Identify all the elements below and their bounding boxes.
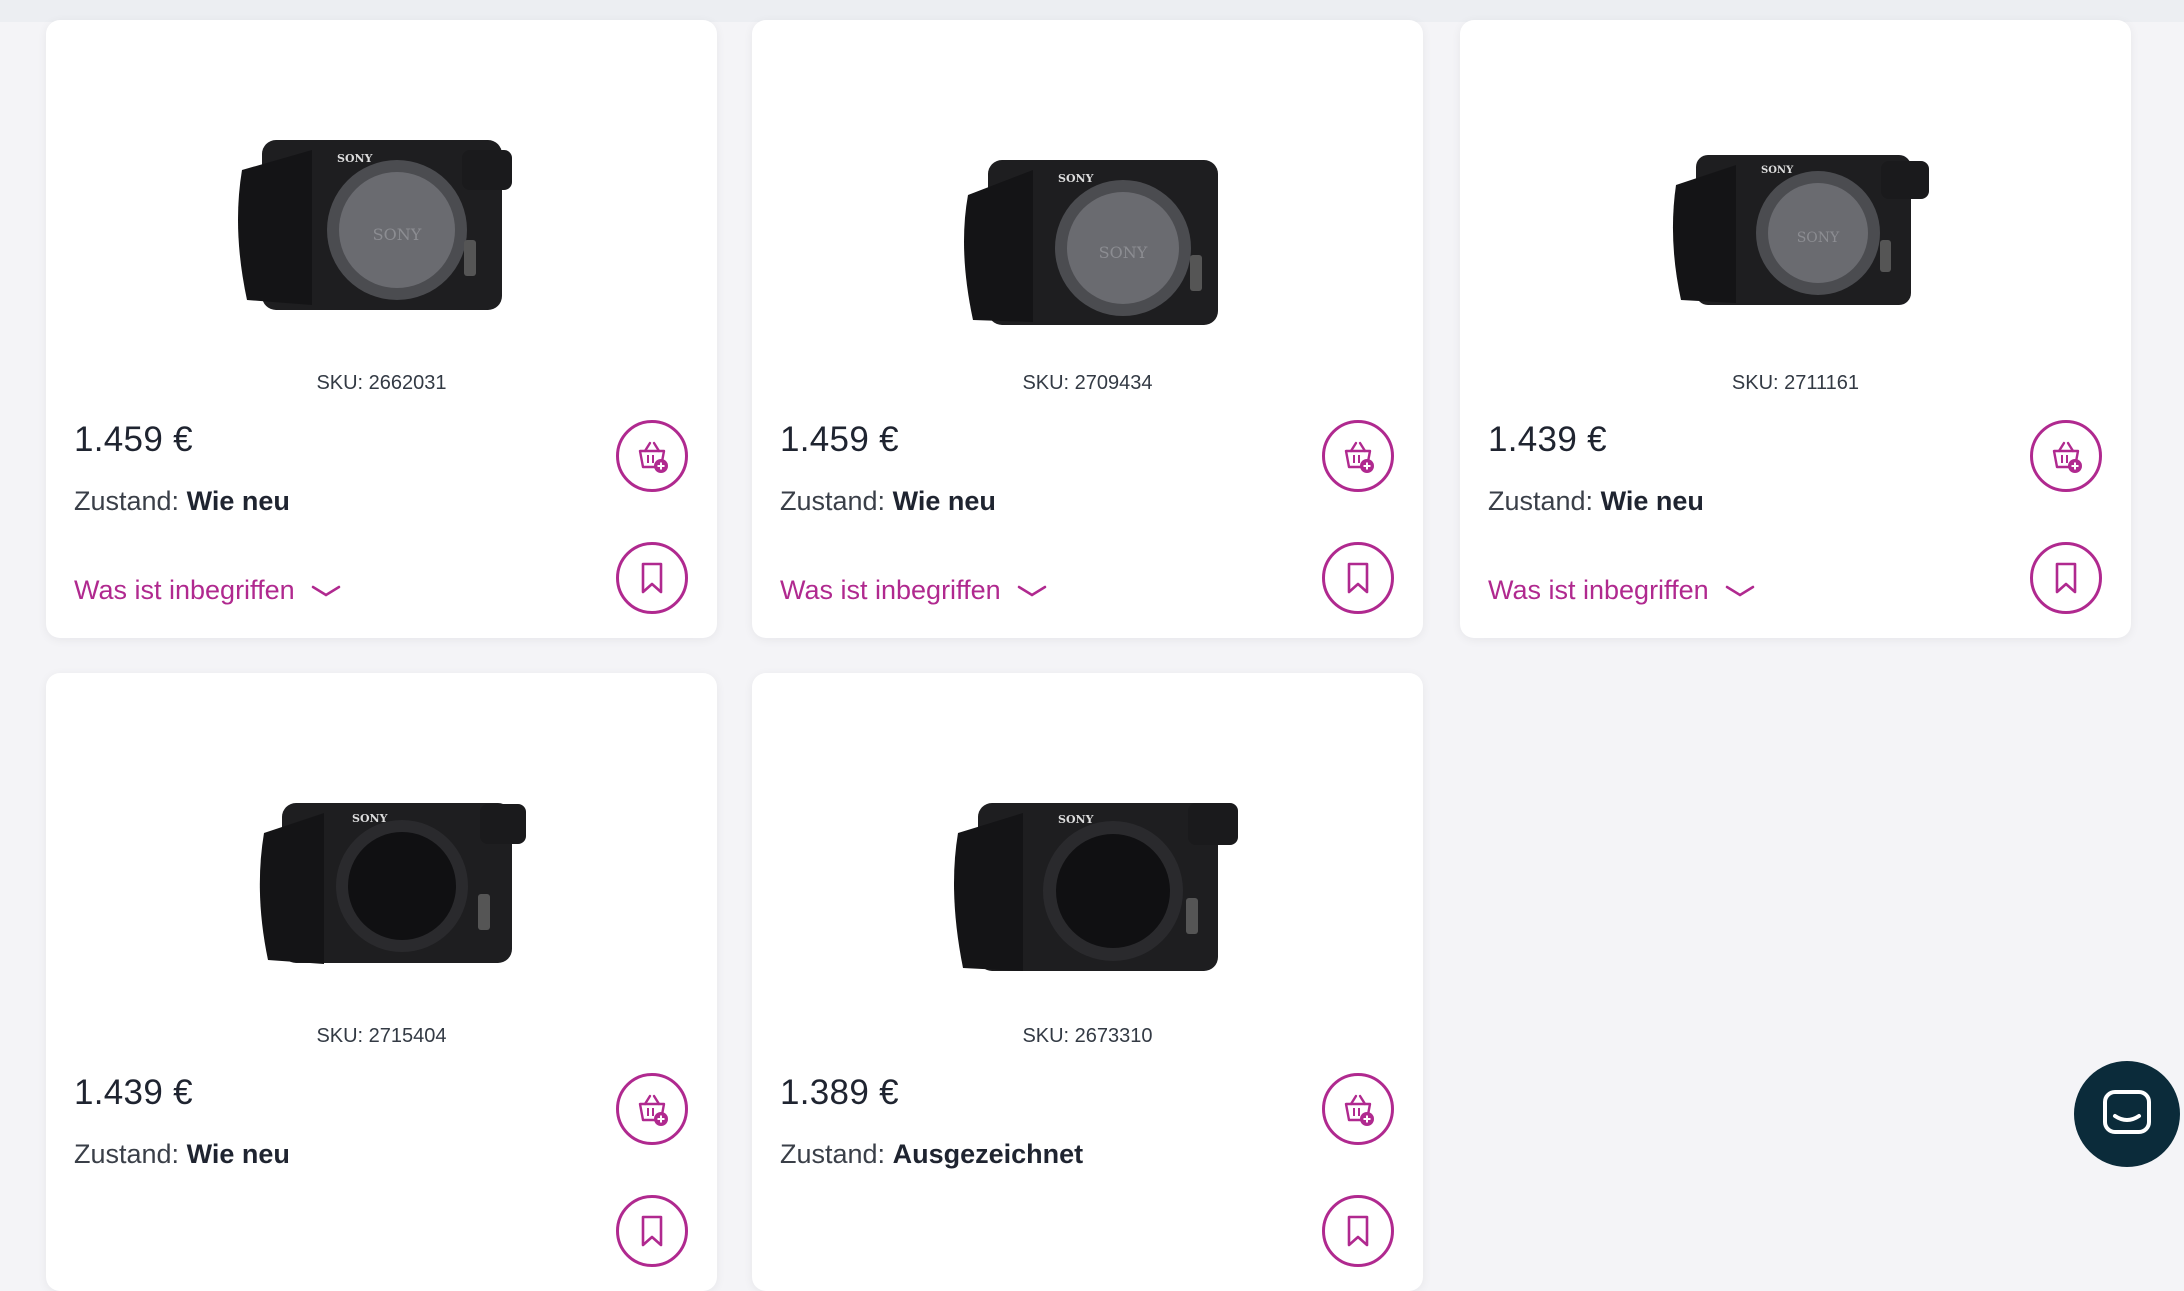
add-to-cart-button[interactable]	[2030, 420, 2102, 492]
add-to-cart-button[interactable]	[1322, 1073, 1394, 1145]
condition: Zustand: Ausgezeichnet	[780, 1139, 1084, 1169]
condition: Zustand: Wie neu	[74, 486, 290, 516]
svg-text:SONY: SONY	[1761, 165, 1794, 176]
included-label: Was ist inbegriffen	[74, 575, 295, 605]
included-label: Was ist inbegriffen	[1488, 575, 1709, 605]
camera-photo: SONY SONY	[963, 160, 1218, 325]
condition: Zustand: Wie neu	[74, 1139, 290, 1169]
camera-photo: SONY SONY	[237, 140, 512, 310]
price: 1.439 €	[1488, 420, 1607, 459]
included-toggle[interactable]: Was ist inbegriffen	[780, 575, 1047, 606]
bookmark-button[interactable]	[1322, 1195, 1394, 1267]
svg-text:SONY: SONY	[1098, 243, 1147, 262]
sku-label: SKU: 2711161	[1731, 372, 1860, 394]
product-card[interactable]: SONY SONY SKU: 2711161 1.439 € Zustand: …	[1460, 20, 2131, 638]
svg-text:SONY: SONY	[372, 225, 421, 244]
condition: Zustand: Wie neu	[1488, 486, 1704, 516]
bookmark-icon	[1347, 1215, 1369, 1247]
top-fade	[0, 0, 2184, 22]
chat-bubble-icon	[2103, 1090, 2151, 1134]
svg-text:SONY: SONY	[1058, 172, 1094, 185]
sku-label: SKU: 2709434	[1022, 372, 1153, 394]
chat-launcher-button[interactable]	[2074, 1061, 2180, 1167]
chevron-down-icon	[311, 585, 340, 596]
basket-plus-icon	[638, 441, 668, 473]
price: 1.459 €	[780, 420, 899, 459]
included-label: Was ist inbegriffen	[780, 575, 1001, 605]
bookmark-icon	[641, 1215, 663, 1247]
bookmark-button[interactable]	[616, 542, 688, 614]
product-card[interactable]: SONY SKU: 2715404 1.439 € Zustand: Wie n…	[46, 673, 717, 1291]
product-card[interactable]: SONY SKU: 2673310 1.389 € Zustand: Ausge…	[752, 673, 1423, 1291]
add-to-cart-button[interactable]	[616, 1073, 688, 1145]
camera-photo: SONY SONY	[1672, 155, 1929, 305]
price: 1.389 €	[780, 1073, 899, 1112]
basket-plus-icon	[638, 1094, 668, 1126]
price: 1.459 €	[74, 420, 193, 459]
add-to-cart-button[interactable]	[616, 420, 688, 492]
basket-plus-icon	[2052, 441, 2082, 473]
included-toggle[interactable]: Was ist inbegriffen	[74, 575, 341, 606]
included-toggle[interactable]: Was ist inbegriffen	[1488, 575, 1755, 606]
chevron-down-icon	[1725, 585, 1754, 596]
sku-label: SKU: 2715404	[316, 1025, 447, 1047]
bookmark-button[interactable]	[2030, 542, 2102, 614]
add-to-cart-button[interactable]	[1322, 420, 1394, 492]
camera-photo: SONY	[259, 803, 526, 964]
sku-label: SKU: 2662031	[316, 372, 447, 394]
product-image[interactable]: SONY	[46, 713, 717, 1043]
product-card[interactable]: SONY SONY SKU: 2662031 1.459 € Zustand: …	[46, 20, 717, 638]
product-image[interactable]: SONY SONY	[752, 60, 1423, 390]
svg-text:SONY: SONY	[1058, 813, 1094, 826]
price: 1.439 €	[74, 1073, 193, 1112]
bookmark-icon	[641, 562, 663, 594]
svg-text:SONY: SONY	[352, 812, 388, 825]
product-image[interactable]: SONY	[752, 713, 1423, 1043]
camera-photo: SONY	[953, 803, 1238, 971]
basket-plus-icon	[1344, 1094, 1374, 1126]
svg-text:SONY: SONY	[337, 152, 373, 165]
bookmark-button[interactable]	[1322, 542, 1394, 614]
chevron-down-icon	[1017, 585, 1046, 596]
svg-text:SONY: SONY	[1796, 230, 1839, 246]
bookmark-icon	[2055, 562, 2077, 594]
product-image[interactable]: SONY SONY	[1460, 60, 2131, 390]
condition: Zustand: Wie neu	[780, 486, 996, 516]
bookmark-icon	[1347, 562, 1369, 594]
product-card[interactable]: SONY SONY SKU: 2709434 1.459 € Zustand: …	[752, 20, 1423, 638]
bookmark-button[interactable]	[616, 1195, 688, 1267]
basket-plus-icon	[1344, 441, 1374, 473]
sku-label: SKU: 2673310	[1022, 1025, 1153, 1047]
product-image[interactable]: SONY SONY	[46, 60, 717, 390]
